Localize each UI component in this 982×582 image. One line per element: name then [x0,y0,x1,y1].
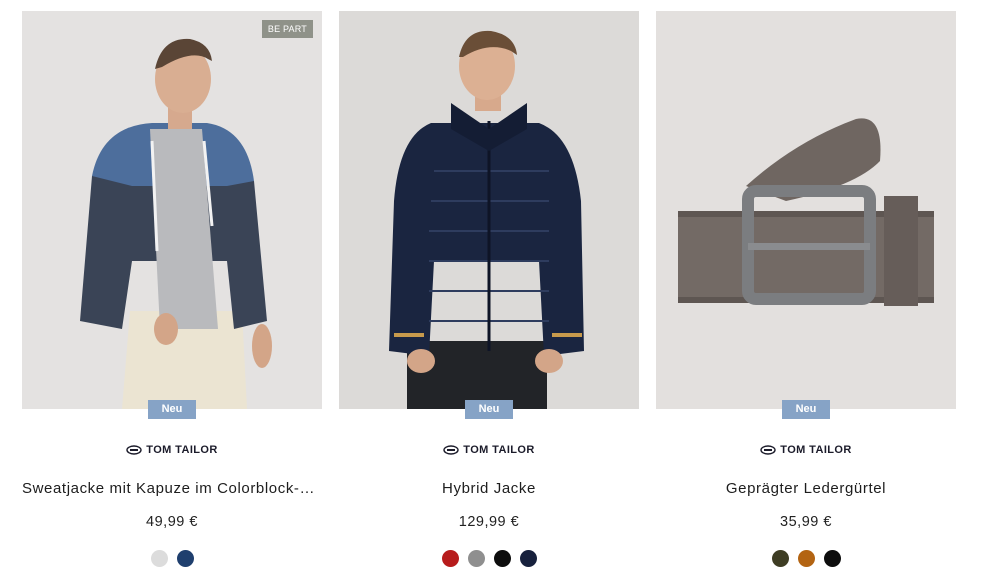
new-badge: Neu [782,400,830,419]
product-name[interactable]: Geprägter Ledergürtel [656,480,956,500]
new-badge: Neu [465,400,513,419]
product-name[interactable]: Hybrid Jacke [339,480,639,500]
model-sweatjacket-photo [22,11,322,409]
brand-name: TOM TAILOR [146,444,218,456]
color-swatch[interactable] [519,550,537,567]
brand-logo: TOM TAILOR [22,444,322,456]
product-name[interactable]: Sweatjacke mit Kapuze im Colorblock-Desi… [22,480,322,500]
product-card[interactable]: Neu TOM TAILOR Geprägter Ledergürtel 35,… [656,11,956,567]
color-swatch[interactable] [176,550,194,567]
color-swatches [22,550,322,567]
product-card[interactable]: Neu TOM TAILOR Hybrid Jacke 129,99 € [339,11,639,567]
product-image[interactable] [339,11,639,409]
brand-logo: TOM TAILOR [656,444,956,456]
brand-logo: TOM TAILOR [339,444,639,456]
product-price: 49,99 € [146,514,198,530]
leather-belt-photo [656,11,956,409]
brand-mark-icon [760,445,776,455]
brand-mark-icon [443,445,459,455]
brand-name: TOM TAILOR [780,444,852,456]
color-swatch[interactable] [493,550,511,567]
color-swatch[interactable] [797,550,815,567]
color-swatches [339,550,639,567]
color-swatch[interactable] [150,550,168,567]
color-swatch[interactable] [467,550,485,567]
color-swatch[interactable] [771,550,789,567]
product-price: 129,99 € [458,514,520,530]
be-part-badge: BE PART [261,20,313,38]
brand-mark-icon [126,445,142,455]
brand-name: TOM TAILOR [463,444,535,456]
product-card[interactable]: BE PART Neu TOM TAILOR Sweatjacke mit Ka… [22,11,322,567]
color-swatches [656,550,956,567]
product-image[interactable]: BE PART [22,11,322,409]
product-price: 35,99 € [780,514,832,530]
color-swatch[interactable] [441,550,459,567]
model-hybrid-jacket-photo [339,11,639,409]
color-swatch[interactable] [823,550,841,567]
new-badge: Neu [148,400,196,419]
product-image[interactable] [656,11,956,409]
